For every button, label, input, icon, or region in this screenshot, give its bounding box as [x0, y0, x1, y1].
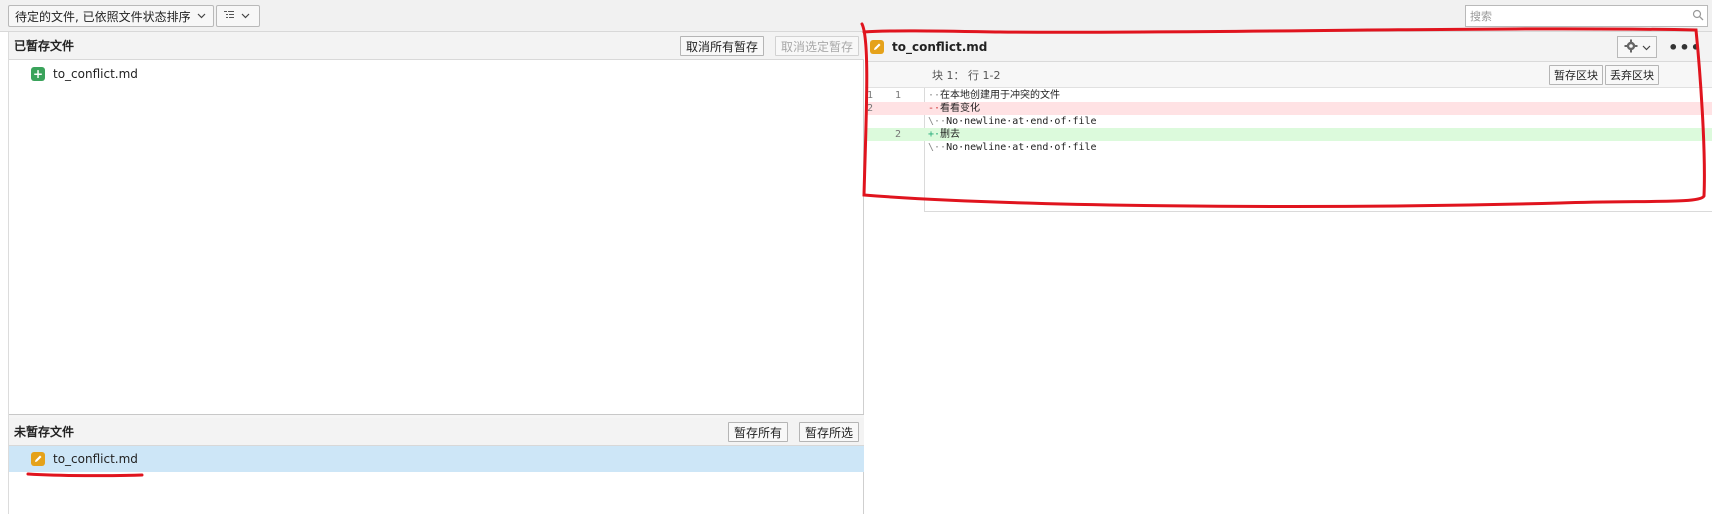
staged-file-name: to_conflict.md: [53, 67, 138, 81]
staged-file-row[interactable]: + to_conflict.md: [9, 61, 864, 87]
stage-all-button[interactable]: 暂存所有: [728, 422, 789, 442]
diff-file-header: to_conflict.md •••: [865, 32, 1712, 62]
diff-sign: ··: [928, 90, 941, 101]
diff-file-name: to_conflict.md: [892, 39, 988, 54]
chevron-down-icon: [197, 11, 206, 22]
diff-line-code: +·删去: [928, 128, 960, 141]
chevron-down-icon: [1642, 40, 1651, 54]
unstaged-file-name: to_conflict.md: [53, 452, 138, 466]
diff-sign: +·: [928, 129, 941, 140]
diff-line: 1 1 ··在本地创建用于冲突的文件: [865, 89, 1712, 102]
diff-options-button[interactable]: [1617, 36, 1657, 58]
top-toolbar: 待定的文件, 已依照文件状态排序: [0, 0, 1712, 32]
new-line-number: 1: [895, 90, 902, 101]
added-status-icon: +: [31, 67, 45, 81]
search-icon: [1692, 9, 1704, 24]
search-box: [1465, 5, 1708, 27]
diff-line: \··No·newline·at·end·of·file: [865, 141, 1712, 154]
diff-line-code: \··No·newline·at·end·of·file: [928, 115, 1097, 128]
old-line-number: 1: [867, 90, 874, 101]
diff-line-code: \··No·newline·at·end·of·file: [928, 141, 1097, 154]
unstaged-file-row[interactable]: to_conflict.md: [9, 446, 864, 472]
diff-line: \··No·newline·at·end·of·file: [865, 115, 1712, 128]
diff-line-code: ··在本地创建用于冲突的文件: [928, 89, 1060, 102]
diff-line-deleted: 2 -·看看变化: [865, 102, 1712, 115]
modified-status-icon: [870, 39, 884, 54]
file-filter-dropdown-label: 待定的文件, 已依照文件状态排序: [15, 9, 191, 24]
file-filter-dropdown[interactable]: 待定的文件, 已依照文件状态排序: [8, 5, 214, 27]
diff-line-text: 删去: [940, 129, 961, 140]
gutter-header: [865, 62, 925, 88]
view-mode-dropdown[interactable]: [216, 5, 260, 27]
stage-hunk-button[interactable]: 暂存区块: [1549, 65, 1603, 85]
discard-hunk-button[interactable]: 丢弃区块: [1605, 65, 1659, 85]
staged-files-header: 已暂存文件 取消所有暂存 取消选定暂存: [9, 32, 864, 60]
diff-line-added: 2 +·删去: [865, 128, 1712, 141]
gear-icon: [1624, 39, 1638, 56]
chevron-down-icon: [241, 11, 250, 22]
diff-sign: -·: [928, 103, 941, 114]
stage-selected-button[interactable]: 暂存所选: [799, 422, 860, 442]
file-status-panel: 已暂存文件 取消所有暂存 取消选定暂存 + to_conflict.md 未暂存…: [8, 32, 864, 514]
unstage-all-button[interactable]: 取消所有暂存: [680, 36, 765, 56]
unstaged-files-header: 未暂存文件 暂存所有 暂存所选: [9, 418, 864, 446]
search-input[interactable]: [1466, 7, 1686, 25]
diff-line-text: 看看变化: [940, 103, 981, 114]
diff-sign: \··: [928, 142, 947, 153]
list-view-icon: [223, 9, 235, 24]
diff-pane: to_conflict.md ••• 块 1： 行 1-2 暂存区块 丢弃区块 …: [865, 32, 1712, 514]
unstaged-files-title: 未暂存文件: [14, 425, 75, 439]
diff-sign: \··: [928, 116, 947, 127]
hunk-header: 块 1： 行 1-2 暂存区块 丢弃区块: [925, 62, 1712, 88]
more-dots-icon: •••: [1668, 37, 1702, 57]
staged-files-title: 已暂存文件: [14, 39, 75, 53]
diff-line-text: No·newline·at·end·of·file: [946, 116, 1097, 127]
diff-line-text: 在本地创建用于冲突的文件: [940, 90, 1061, 101]
unstage-selected-button[interactable]: 取消选定暂存: [775, 36, 860, 56]
diff-view: 块 1： 行 1-2 暂存区块 丢弃区块 1 1 ··在本地创建用于冲突的文件 …: [865, 62, 1712, 212]
old-line-number: 2: [867, 103, 874, 114]
more-actions-button[interactable]: •••: [1665, 36, 1705, 58]
diff-line-text: No·newline·at·end·of·file: [946, 142, 1097, 153]
new-line-number: 2: [895, 129, 902, 140]
hunk-label: 块 1： 行 1-2: [932, 68, 1001, 82]
diff-line-code: -·看看变化: [928, 102, 980, 115]
modified-status-icon: [31, 452, 45, 466]
